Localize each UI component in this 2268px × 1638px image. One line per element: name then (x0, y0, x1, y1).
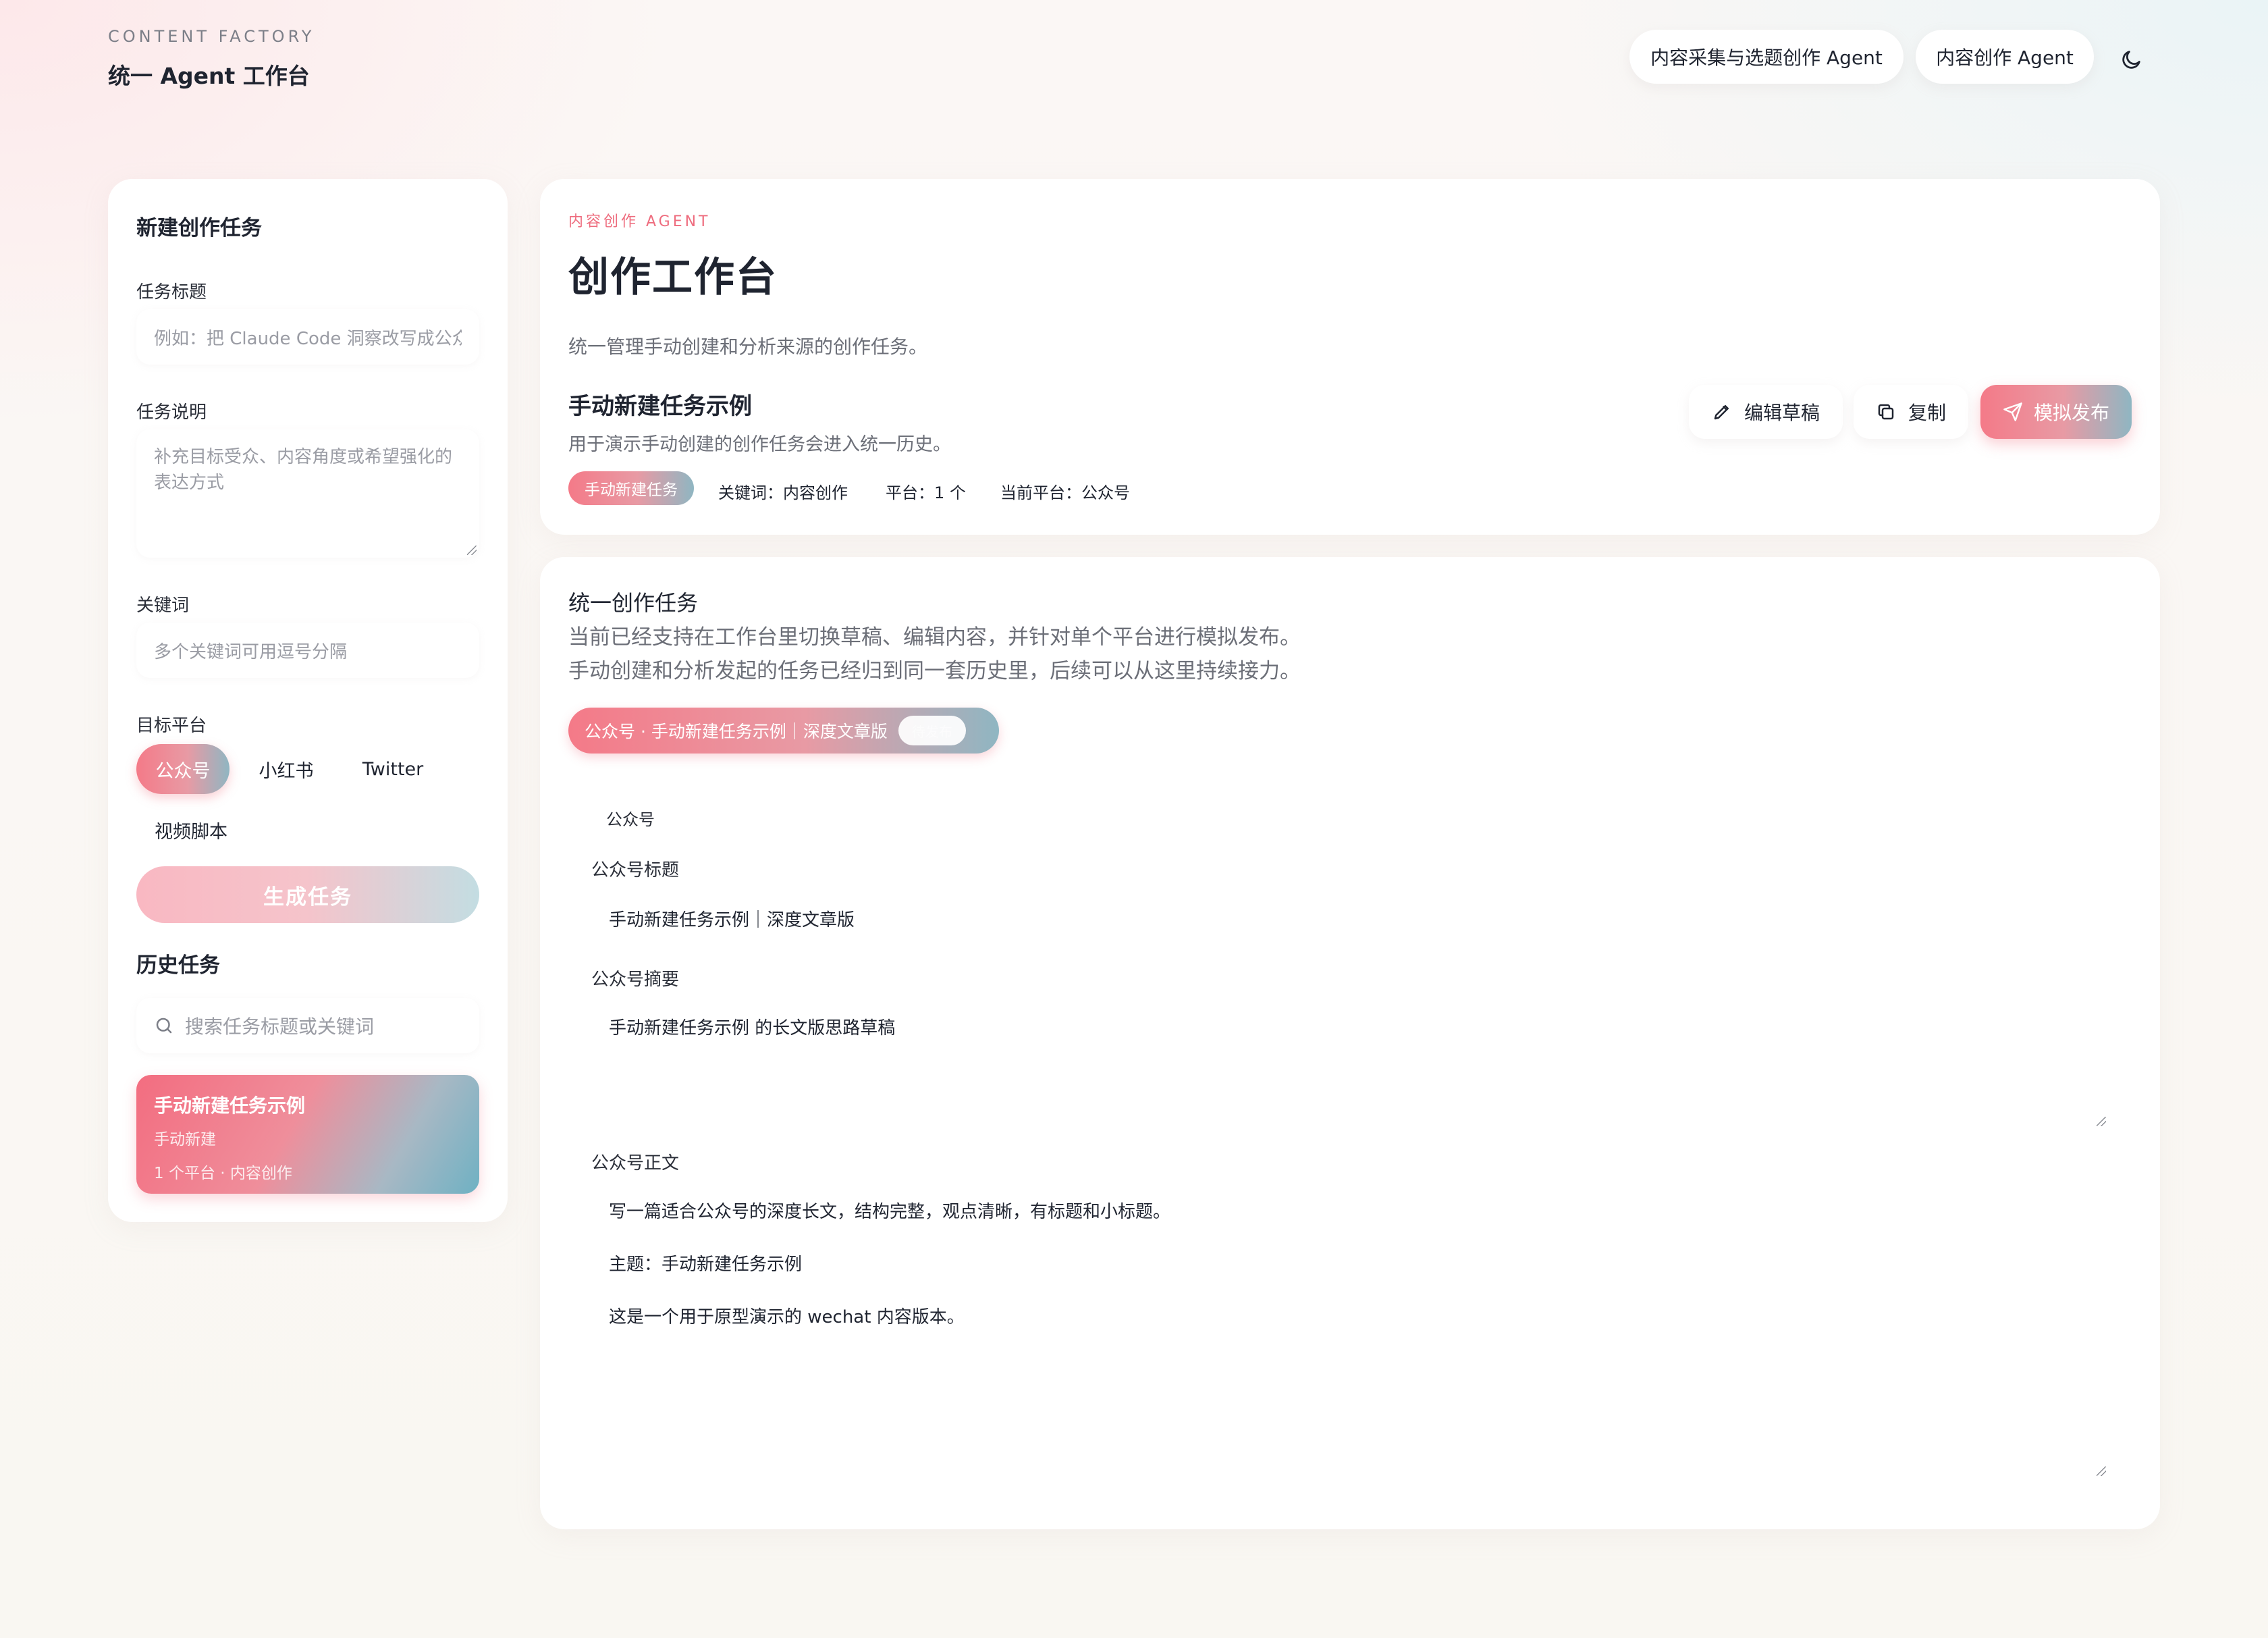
meta-current-platform: 当前平台：公众号 (1000, 483, 1130, 502)
generate-task-button[interactable]: 生成任务 (136, 866, 479, 923)
wechat-title-value: 手动新建任务示例｜深度文章版 (609, 910, 855, 930)
search-icon (156, 1018, 172, 1034)
wechat-title-input[interactable]: 手动新建任务示例｜深度文章版 (591, 891, 2110, 945)
page-subtitle: 统一管理手动创建和分析来源的创作任务。 (568, 336, 928, 358)
history-search-placeholder: 搜索任务标题或关键词 (185, 1015, 375, 1038)
task-info-line1: 当前已经支持在工作台里切换草稿、编辑内容，并针对单个平台进行模拟发布。 (568, 625, 1301, 650)
history-item-source: 手动新建 (154, 1131, 216, 1148)
edit-draft-label: 编辑草稿 (1744, 402, 1820, 424)
nav-create-agent-button[interactable]: 内容创作 Agent (1916, 30, 2094, 84)
history-item[interactable]: 手动新建任务示例 手动新建 1 个平台 · 内容创作 (136, 1075, 479, 1194)
keywords-placeholder: 多个关键词可用逗号分隔 (154, 641, 348, 662)
wechat-body-line3: 这是一个用于原型演示的 wechat 内容版本。 (609, 1307, 965, 1327)
platform-chip-video-script[interactable]: 视频脚本 (136, 805, 246, 855)
editor-platform-name: 公众号 (606, 810, 655, 829)
copy-icon (1878, 404, 1894, 420)
task-desc-placeholder-line1: 补充目标受众、内容角度或希望强化的 (154, 447, 453, 467)
edit-draft-button[interactable]: 编辑草稿 (1689, 385, 1843, 439)
task-title-placeholder: 例如：把 Claude Code 洞察改写成公众 (154, 328, 462, 349)
platform-chip-wechat[interactable]: 公众号 (136, 744, 230, 794)
draft-status-badge: 待发布 (898, 716, 966, 745)
draft-tab[interactable]: 公众号 · 手动新建任务示例｜深度文章版 待发布 (568, 708, 999, 754)
nav-collect-agent-button[interactable]: 内容采集与选题创作 Agent (1629, 30, 1904, 84)
platform-chip-xiaohongshu[interactable]: 小红书 (242, 744, 331, 794)
wechat-body-textarea[interactable]: 写一篇适合公众号的深度长文，结构完整，观点清晰，有标题和小标题。 主题：手动新建… (591, 1183, 2110, 1481)
simulate-publish-label: 模拟发布 (2033, 402, 2109, 424)
keywords-label: 关键词 (136, 596, 190, 616)
brand-kicker: CONTENT FACTORY (108, 27, 315, 46)
platform-label: 目标平台 (136, 716, 207, 736)
wechat-summary-textarea[interactable]: 手动新建任务示例 的长文版思路草稿 (591, 999, 2110, 1132)
platform-chip-twitter[interactable]: Twitter (343, 744, 443, 794)
copy-button[interactable]: 复制 (1854, 385, 1968, 439)
task-desc-textarea[interactable]: 补充目标受众、内容角度或希望强化的 表达方式 (136, 429, 479, 558)
copy-label: 复制 (1908, 402, 1946, 424)
history-search-input[interactable]: 搜索任务标题或关键词 (136, 998, 479, 1053)
meta-platforms: 平台：1 个 (886, 483, 966, 502)
wechat-body-line2: 主题：手动新建任务示例 (609, 1254, 803, 1275)
task-title-label: 任务标题 (136, 282, 207, 302)
task-desc-placeholder-line2: 表达方式 (154, 473, 225, 493)
moon-icon (2122, 51, 2140, 69)
wechat-title-label: 公众号标题 (591, 860, 680, 880)
page-title: 创作工作台 (568, 254, 778, 301)
draft-tab-label: 公众号 · 手动新建任务示例｜深度文章版 (585, 722, 888, 741)
resize-handle-icon[interactable] (2097, 1467, 2106, 1476)
task-description: 用于演示手动创建的创作任务会进入统一历史。 (568, 434, 951, 455)
task-info-line2: 手动创建和分析发起的任务已经归到同一套历史里，后续可以从这里持续接力。 (568, 659, 1301, 683)
history-item-title: 手动新建任务示例 (154, 1094, 306, 1117)
source-tag: 手动新建任务 (568, 471, 694, 505)
theme-toggle-button[interactable] (2113, 41, 2151, 78)
agent-kicker: 内容创作 AGENT (568, 213, 711, 230)
task-section-heading: 统一创作任务 (568, 590, 699, 616)
wechat-summary-value: 手动新建任务示例 的长文版思路草稿 (609, 1018, 896, 1038)
pencil-icon (1714, 405, 1729, 420)
wechat-body-line1: 写一篇适合公众号的深度长文，结构完整，观点清晰，有标题和小标题。 (609, 1202, 1171, 1222)
history-heading: 历史任务 (136, 953, 220, 978)
app-title: 统一 Agent 工作台 (108, 63, 310, 89)
new-task-heading: 新建创作任务 (136, 216, 262, 240)
task-title: 手动新建任务示例 (568, 393, 752, 420)
task-title-input[interactable]: 例如：把 Claude Code 洞察改写成公众 (136, 309, 479, 365)
history-item-meta: 1 个平台 · 内容创作 (154, 1165, 292, 1182)
resize-handle-icon[interactable] (467, 546, 477, 555)
simulate-publish-button[interactable]: 模拟发布 (1980, 385, 2132, 439)
keywords-input[interactable]: 多个关键词可用逗号分隔 (136, 623, 479, 678)
wechat-body-label: 公众号正文 (591, 1153, 680, 1173)
task-desc-label: 任务说明 (136, 402, 207, 423)
resize-handle-icon[interactable] (2097, 1117, 2106, 1126)
send-icon (2003, 402, 2022, 421)
meta-keywords: 关键词：内容创作 (718, 483, 848, 502)
wechat-summary-label: 公众号摘要 (591, 970, 680, 990)
